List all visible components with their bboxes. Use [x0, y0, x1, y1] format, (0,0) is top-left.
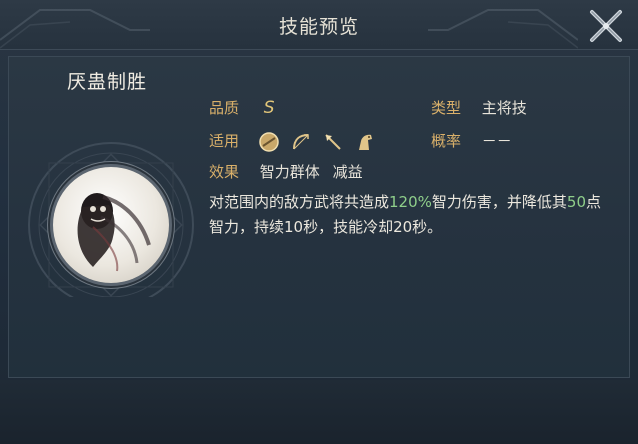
shield-icon — [258, 131, 280, 153]
desc-text-2: 智力伤害，并降低其 — [431, 193, 567, 211]
applies-label: 适用 — [209, 132, 240, 150]
close-icon — [590, 10, 622, 42]
type-row: 类型 主将技 — [431, 97, 527, 119]
effect-row: 效果 智力群体 减益 — [209, 161, 363, 183]
type-label: 类型 — [431, 99, 462, 117]
bow-icon — [290, 131, 312, 153]
skill-icon — [53, 167, 169, 283]
applies-row: 适用 — [209, 130, 376, 152]
quality-row: 品质 S — [209, 97, 275, 119]
desc-highlight-damage: 120% — [389, 193, 432, 211]
chance-row: 概率 －－ — [431, 130, 512, 152]
quality-label: 品质 — [209, 99, 240, 117]
chance-value: －－ — [481, 132, 512, 150]
horse-icon — [354, 131, 376, 153]
effect-tag-2: 减益 — [332, 163, 363, 181]
effect-tag-1: 智力群体 — [259, 163, 320, 181]
applies-icons — [258, 131, 376, 153]
spear-icon — [322, 131, 344, 153]
title-bar: 技能预览 — [0, 0, 638, 50]
quality-value: S — [263, 98, 275, 118]
window-title: 技能预览 — [278, 16, 359, 38]
desc-text-1: 对范围内的敌方武将共造成 — [209, 193, 390, 211]
skill-preview-window: 技能预览 厌蛊制胜 品质 S 类型 主将技 适用 概率 －－ 效果 智力群体 减… — [0, 0, 638, 444]
desc-highlight-reduction: 50 — [566, 193, 587, 211]
type-value: 主将技 — [481, 99, 527, 117]
close-button[interactable] — [584, 4, 628, 48]
effect-label: 效果 — [209, 163, 240, 181]
chance-label: 概率 — [431, 132, 462, 150]
skill-description: 对范围内的敌方武将共造成120%智力伤害，并降低其50点智力，持续10秒，技能冷… — [209, 190, 609, 240]
bottom-area — [0, 380, 638, 444]
skill-name: 厌蛊制胜 — [67, 71, 148, 93]
ghost-skill-icon — [77, 193, 151, 272]
skill-detail-panel: 厌蛊制胜 品质 S 类型 主将技 适用 概率 －－ 效果 智力群体 减益 对范围… — [8, 56, 630, 378]
skill-emblem-area — [19, 97, 199, 297]
